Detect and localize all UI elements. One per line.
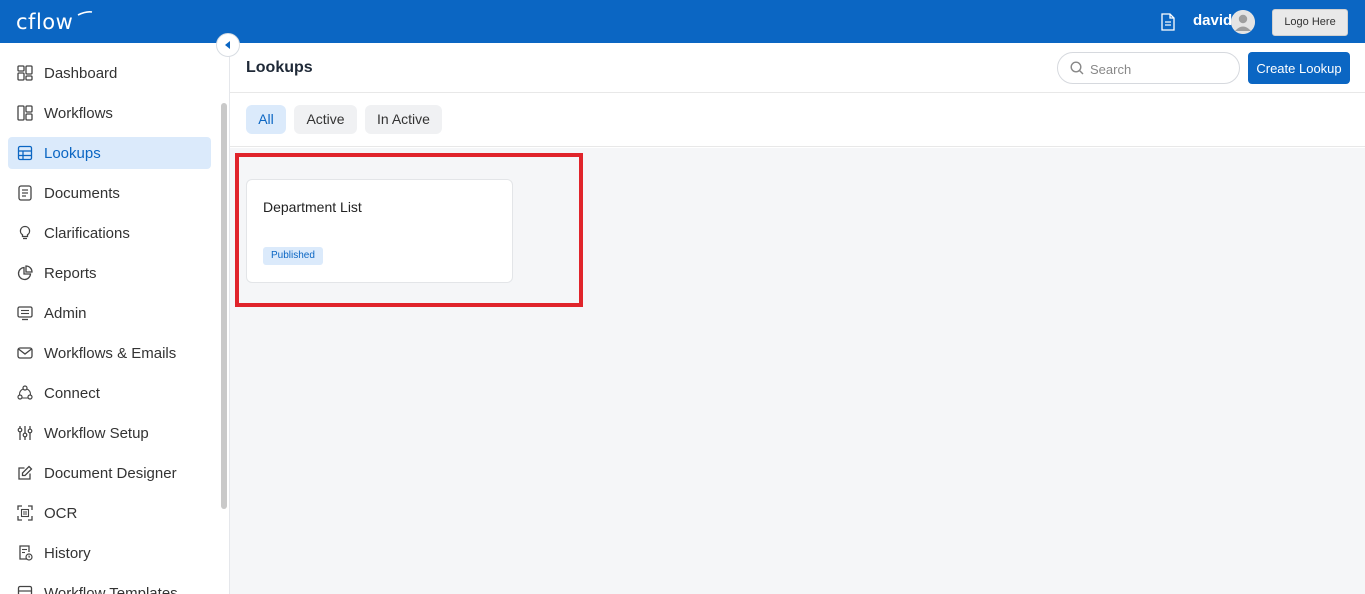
tab-in-active[interactable]: In Active [365, 105, 442, 134]
workflows-icon [17, 105, 33, 121]
sidebar-item-label: History [44, 545, 91, 562]
template-icon [17, 585, 33, 594]
sliders-icon [17, 425, 33, 441]
connect-icon [17, 385, 33, 401]
sidebar-item-workflows[interactable]: Workflows [8, 97, 211, 129]
lightbulb-icon [17, 225, 33, 241]
sidebar-item-label: Lookups [44, 145, 101, 162]
document-icon[interactable] [1160, 13, 1176, 31]
svg-text:cflow: cflow [16, 10, 73, 34]
mail-icon [17, 345, 33, 361]
edit-icon [17, 465, 33, 481]
lookup-card-title: Department List [263, 199, 362, 215]
lookup-card[interactable]: Department List Published [246, 179, 513, 283]
sidebar-item-history[interactable]: History [8, 537, 211, 569]
sidebar-item-label: Reports [44, 265, 97, 282]
username[interactable]: david [1193, 12, 1232, 29]
sidebar-item-label: Workflow Templates [44, 585, 178, 594]
sidebar-item-documents[interactable]: Documents [8, 177, 211, 209]
history-icon [17, 545, 33, 561]
sidebar: Dashboard Workflows Lookups Documents Cl… [0, 43, 230, 594]
create-lookup-button[interactable]: Create Lookup [1248, 52, 1350, 84]
sidebar-item-lookups[interactable]: Lookups [8, 137, 211, 169]
sidebar-item-label: Workflows [44, 105, 113, 122]
table-icon [17, 145, 33, 161]
status-badge: Published [263, 247, 323, 265]
top-bar: cflow david Logo Here [0, 0, 1365, 43]
collapse-sidebar-button[interactable] [216, 33, 240, 57]
sidebar-item-label: Clarifications [44, 225, 130, 242]
sidebar-item-workflow-templates[interactable]: Workflow Templates [8, 577, 211, 594]
sidebar-item-ocr[interactable]: OCR [8, 497, 211, 529]
sidebar-item-dashboard[interactable]: Dashboard [8, 57, 211, 89]
sidebar-item-label: Dashboard [44, 65, 118, 82]
sidebar-item-admin[interactable]: Admin [8, 297, 211, 329]
dashboard-icon [17, 65, 33, 81]
user-avatar-icon[interactable] [1231, 10, 1255, 34]
search-icon [1070, 61, 1084, 75]
tab-all[interactable]: All [246, 105, 286, 134]
page-title: Lookups [246, 59, 313, 76]
sidebar-item-label: OCR [44, 505, 78, 522]
pie-chart-icon [17, 265, 33, 281]
sidebar-item-workflow-setup[interactable]: Workflow Setup [8, 417, 211, 449]
sidebar-item-reports[interactable]: Reports [8, 257, 211, 289]
sidebar-item-workflows-emails[interactable]: Workflows & Emails [8, 337, 211, 369]
sidebar-item-label: Workflow Setup [44, 425, 149, 442]
ocr-scan-icon [17, 505, 33, 521]
sidebar-item-clarifications[interactable]: Clarifications [8, 217, 211, 249]
page-header: Lookups Create Lookup [230, 43, 1365, 93]
sidebar-item-label: Documents [44, 185, 120, 202]
lookups-content: Department List Published [230, 148, 1365, 594]
tab-active[interactable]: Active [294, 105, 357, 134]
search-input[interactable] [1090, 59, 1230, 79]
sidebar-item-label: Document Designer [44, 465, 177, 482]
sidebar-item-label: Connect [44, 385, 100, 402]
search-box[interactable] [1057, 52, 1240, 84]
sidebar-item-document-designer[interactable]: Document Designer [8, 457, 211, 489]
document-icon [17, 185, 33, 201]
sidebar-item-connect[interactable]: Connect [8, 377, 211, 409]
sidebar-scrollbar[interactable] [221, 103, 227, 509]
admin-monitor-icon [17, 305, 33, 321]
sidebar-item-label: Workflows & Emails [44, 345, 177, 362]
filter-tabs: All Active In Active [230, 93, 1365, 147]
logo-placeholder-button[interactable]: Logo Here [1272, 9, 1348, 36]
sidebar-item-label: Admin [44, 305, 87, 322]
